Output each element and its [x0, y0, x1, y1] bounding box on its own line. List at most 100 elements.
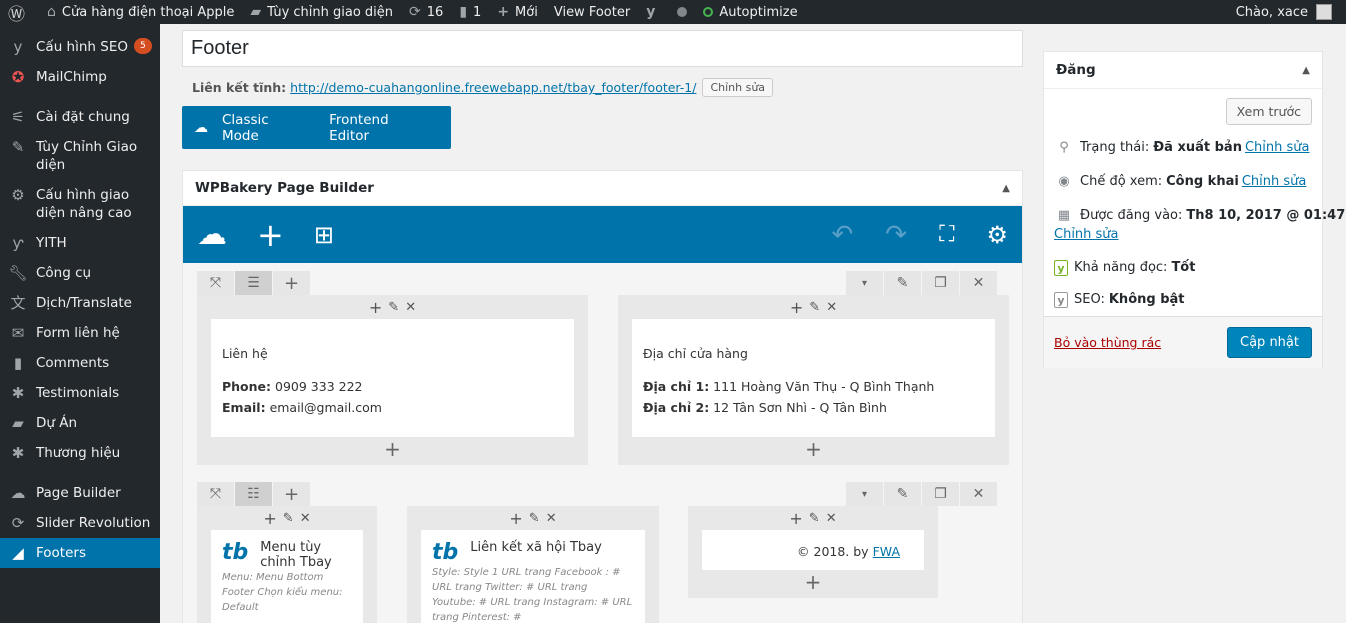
close-icon[interactable]: ✕: [826, 511, 837, 526]
pencil-icon[interactable]: ✎: [809, 300, 820, 315]
updates-link[interactable]: ⟳ 16: [401, 0, 451, 24]
edit-status-link[interactable]: Chỉnh sửa: [1245, 140, 1310, 155]
sidebar-item-mailchimp[interactable]: ✪ MailChimp: [0, 62, 160, 92]
wordpress-icon: Ⓦ: [8, 4, 25, 25]
sidebar-item-tools[interactable]: 🔧︎ Công cụ: [0, 258, 160, 288]
row-edit-icon[interactable]: ✎: [884, 271, 922, 295]
copyright-block[interactable]: © 2018. by FWA: [702, 530, 924, 570]
undo-icon[interactable]: ↶: [831, 222, 853, 248]
close-icon[interactable]: ✕: [546, 511, 557, 526]
sidebar-item-projects[interactable]: ▰ Dự Án: [0, 408, 160, 438]
permalink-row: Liên kết tĩnh: http://demo-cuahangonline…: [192, 78, 774, 97]
editor-mode-bar: ☁ Classic Mode Frontend Editor: [182, 106, 451, 149]
row-toggle-icon[interactable]: ▾: [846, 271, 884, 295]
text-block[interactable]: Địa chỉ cửa hàng Địa chỉ 1: 111 Hoàng Vă…: [632, 319, 995, 437]
sidebar-item-advanced-theme[interactable]: ⚙ Cấu hình giao diện nâng cao: [0, 180, 160, 228]
sidebar-item-translate[interactable]: 文 Dịch/Translate: [0, 288, 160, 318]
column-controls: + ✎ ✕: [618, 295, 1009, 319]
wordpress-logo[interactable]: Ⓦ: [0, 0, 39, 25]
refresh-icon: ⟳: [409, 4, 421, 20]
status-row: ⚲ Trạng thái: Đã xuất bản Chỉnh sửa: [1054, 140, 1309, 155]
row-delete-icon[interactable]: ✕: [960, 482, 998, 506]
add-icon[interactable]: +: [790, 298, 803, 317]
row-move-icon[interactable]: ⤧: [197, 482, 235, 506]
permalink-edit-button[interactable]: Chỉnh sửa: [702, 78, 774, 97]
add-element-icon[interactable]: +: [257, 219, 284, 251]
pencil-icon[interactable]: ✎: [529, 511, 540, 526]
account-menu[interactable]: Chào, xace: [1236, 4, 1346, 20]
sidebar-item-footers[interactable]: ◢ Footers: [0, 538, 160, 568]
customize-link[interactable]: ▰ Tùy chỉnh giao diện: [242, 0, 401, 24]
add-icon[interactable]: +: [263, 509, 276, 528]
frontend-editor-button[interactable]: Frontend Editor: [329, 112, 425, 144]
redo-icon[interactable]: ↷: [885, 222, 907, 248]
folder-icon: ▰: [12, 414, 24, 432]
sidebar-item-slider-revolution[interactable]: ⟳ Slider Revolution: [0, 508, 160, 538]
edit-date-link[interactable]: Chỉnh sửa: [1054, 227, 1119, 242]
sidebar-item-brands[interactable]: ✱ Thương hiệu: [0, 438, 160, 468]
close-icon[interactable]: ✕: [405, 300, 416, 315]
add-element-icon[interactable]: +: [618, 437, 1009, 461]
publish-header[interactable]: Đăng ▲: [1044, 52, 1322, 89]
sidebar-item-testimonials[interactable]: ✱ Testimonials: [0, 378, 160, 408]
comments-link[interactable]: ▮ 1: [451, 0, 489, 24]
edit-visibility-link[interactable]: Chỉnh sửa: [1242, 174, 1307, 189]
pencil-icon[interactable]: ✎: [388, 300, 399, 315]
readability-row: y Khả năng đọc: Tốt: [1054, 260, 1195, 276]
row-add-column-icon[interactable]: +: [273, 482, 311, 506]
view-footer-link[interactable]: View Footer: [546, 0, 638, 24]
permalink-link[interactable]: http://demo-cuahangonline.freewebapp.net…: [290, 80, 696, 95]
new-content-link[interactable]: + Mới: [489, 0, 546, 24]
wpbakery-toolbar: ☁ + ⊞ ↶ ↷ ⛶ ⚙: [183, 206, 1022, 263]
add-element-icon[interactable]: +: [197, 437, 588, 461]
close-icon[interactable]: ✕: [300, 511, 311, 526]
pencil-icon[interactable]: ✎: [283, 511, 294, 526]
templates-icon[interactable]: ⊞: [314, 223, 334, 247]
add-element-icon[interactable]: +: [688, 570, 938, 594]
post-title-input[interactable]: [182, 30, 1023, 67]
social-widget[interactable]: tb Liên kết xã hội Tbay Style: Style 1 U…: [421, 530, 645, 623]
sidebar-item-seo[interactable]: y Cấu hình SEO 5: [0, 32, 160, 62]
sidebar-item-comments[interactable]: ▮ Comments: [0, 348, 160, 378]
row-toggle-icon[interactable]: ▾: [846, 482, 884, 506]
sidebar-item-contact-form[interactable]: ✉ Form liên hệ: [0, 318, 160, 348]
text-block[interactable]: Liên hệ Phone: 0909 333 222 Email: email…: [211, 319, 574, 437]
settings-gear-icon[interactable]: ⚙: [986, 223, 1008, 247]
site-name-link[interactable]: ⌂ Cửa hàng điện thoại Apple: [39, 0, 242, 24]
move-to-trash-link[interactable]: Bỏ vào thùng rác: [1054, 335, 1161, 350]
row-move-icon[interactable]: ⤧: [197, 271, 235, 295]
wpbakery-header[interactable]: WPBakery Page Builder ▲: [183, 171, 1022, 206]
copyright-link[interactable]: FWA: [873, 544, 900, 559]
visibility-row: ◉ Chế độ xem: Công khai Chỉnh sửa: [1054, 174, 1306, 189]
row-edit-icon[interactable]: ✎: [884, 482, 922, 506]
sidebar-item-settings[interactable]: ⚟ Cài đặt chung: [0, 102, 160, 132]
status-dot[interactable]: [669, 0, 695, 24]
menu-widget[interactable]: tb Menu tùy chỉnh Tbay Menu: Menu Bottom…: [211, 530, 363, 623]
row-add-column-icon[interactable]: +: [273, 271, 311, 295]
add-icon[interactable]: +: [369, 298, 382, 317]
fullscreen-icon[interactable]: ⛶: [939, 223, 954, 246]
row-clone-icon[interactable]: ❐: [922, 271, 960, 295]
pin-icon: ✱: [11, 384, 25, 402]
column-controls: + ✎ ✕: [688, 506, 938, 530]
pencil-icon[interactable]: ✎: [809, 511, 820, 526]
preview-button[interactable]: Xem trước: [1225, 98, 1312, 125]
cloud-logo-icon[interactable]: ☁: [197, 219, 227, 250]
sidebar-item-yith[interactable]: ƴ YITH: [0, 228, 160, 258]
add-icon[interactable]: +: [789, 509, 802, 528]
collapse-caret-icon[interactable]: ▲: [1002, 183, 1010, 194]
comment-icon: ▮: [13, 354, 23, 372]
yoast-menu[interactable]: y: [638, 0, 669, 24]
autoptimize-link[interactable]: Autoptimize: [695, 0, 805, 24]
row-clone-icon[interactable]: ❐: [922, 482, 960, 506]
row-delete-icon[interactable]: ✕: [960, 271, 998, 295]
classic-mode-button[interactable]: Classic Mode: [222, 112, 303, 144]
sidebar-item-appearance[interactable]: ✎ Tùy Chỉnh Giao diện: [0, 132, 160, 180]
add-icon[interactable]: +: [509, 509, 522, 528]
update-button[interactable]: Cập nhật: [1227, 327, 1312, 358]
row-layout-icon[interactable]: ☰: [235, 271, 273, 295]
close-icon[interactable]: ✕: [826, 300, 837, 315]
row-layout-icon[interactable]: ☷: [235, 482, 273, 506]
collapse-caret-icon[interactable]: ▲: [1302, 65, 1310, 76]
sidebar-item-page-builder[interactable]: ☁ Page Builder: [0, 478, 160, 508]
